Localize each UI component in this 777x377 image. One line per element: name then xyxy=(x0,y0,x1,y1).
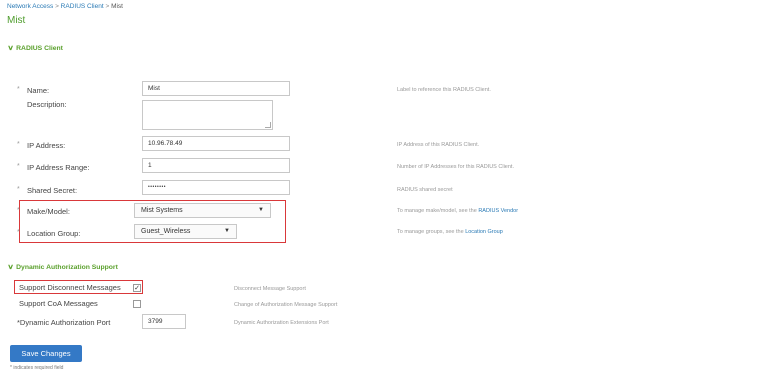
check-icon: ✓ xyxy=(134,285,140,292)
location-group-label: Location Group: xyxy=(27,229,81,238)
coa-label: Support CoA Messages xyxy=(19,299,98,308)
ip-address-input[interactable]: 10.96.78.49 xyxy=(142,136,290,151)
location-group-select[interactable]: Guest_Wireless ▼ xyxy=(134,224,237,239)
disconnect-label: Support Disconnect Messages xyxy=(19,283,121,292)
required-marker: * xyxy=(17,229,20,236)
required-marker: * xyxy=(17,141,20,148)
ip-range-input[interactable]: 1 xyxy=(142,158,290,173)
breadcrumb-network-access[interactable]: Network Access xyxy=(7,3,53,10)
name-help: Label to reference this RADIUS Client. xyxy=(397,87,491,93)
disconnect-help: Disconnect Message Support xyxy=(234,286,306,292)
coa-help: Change of Authorization Message Support xyxy=(234,302,338,308)
dynamic-auth-section-toggle[interactable]: ∨ Dynamic Authorization Support xyxy=(7,263,118,271)
ip-range-label: IP Address Range: xyxy=(27,163,90,172)
required-marker: * xyxy=(17,163,20,170)
ip-address-label: IP Address: xyxy=(27,141,66,150)
description-textarea[interactable] xyxy=(142,100,273,130)
breadcrumb-current: Mist xyxy=(111,3,123,10)
location-group-help-text: To manage groups, see the xyxy=(397,229,464,235)
location-group-value: Guest_Wireless xyxy=(141,228,191,235)
name-input[interactable]: Mist xyxy=(142,81,290,96)
radius-client-section-toggle[interactable]: ∨ RADIUS Client xyxy=(7,44,63,52)
breadcrumb-separator: > xyxy=(55,3,59,10)
breadcrumb: Network Access > RADIUS Client > Mist xyxy=(7,3,123,10)
caret-down-icon: ▼ xyxy=(224,228,230,234)
chevron-down-icon: ∨ xyxy=(7,264,14,271)
page-title: Mist xyxy=(7,15,26,26)
make-model-label: Make/Model: xyxy=(27,207,70,216)
make-model-value: Mist Systems xyxy=(141,207,183,214)
shared-secret-help: RADIUS shared secret xyxy=(397,187,453,193)
save-changes-button[interactable]: Save Changes xyxy=(10,345,82,362)
description-label: Description: xyxy=(27,100,67,109)
disconnect-checkbox[interactable]: ✓ xyxy=(133,284,141,292)
chevron-down-icon: ∨ xyxy=(7,45,14,52)
required-field-note: * indicates required field xyxy=(10,365,64,371)
ip-range-help: Number of IP Addresses for this RADIUS C… xyxy=(397,164,514,170)
name-label: Name: xyxy=(27,86,50,95)
section-title: Dynamic Authorization Support xyxy=(16,264,118,271)
make-model-help-text: To manage make/model, see the xyxy=(397,208,477,214)
caret-down-icon: ▼ xyxy=(258,207,264,213)
section-title: RADIUS Client xyxy=(16,45,63,52)
port-input[interactable]: 3799 xyxy=(142,314,186,329)
shared-secret-label: Shared Secret: xyxy=(27,186,78,195)
ip-address-help: IP Address of this RADIUS Client. xyxy=(397,142,480,148)
shared-secret-input[interactable]: •••••••• xyxy=(142,180,290,195)
port-help: Dynamic Authorization Extensions Port xyxy=(234,320,329,326)
make-model-help: To manage make/model, see the RADIUS Ven… xyxy=(397,208,518,214)
location-group-help: To manage groups, see the Location Group xyxy=(397,229,503,235)
breadcrumb-radius-client[interactable]: RADIUS Client xyxy=(61,3,104,10)
radius-vendor-link[interactable]: RADIUS Vendor xyxy=(478,208,518,214)
breadcrumb-separator: > xyxy=(105,3,110,10)
resize-grip[interactable] xyxy=(265,122,271,128)
required-marker: * xyxy=(17,186,20,193)
required-marker: * xyxy=(17,207,20,214)
port-label: *Dynamic Authorization Port xyxy=(17,318,111,327)
required-marker: * xyxy=(17,86,20,93)
location-group-link[interactable]: Location Group xyxy=(465,229,503,235)
coa-checkbox[interactable] xyxy=(133,300,141,308)
make-model-select[interactable]: Mist Systems ▼ xyxy=(134,203,271,218)
